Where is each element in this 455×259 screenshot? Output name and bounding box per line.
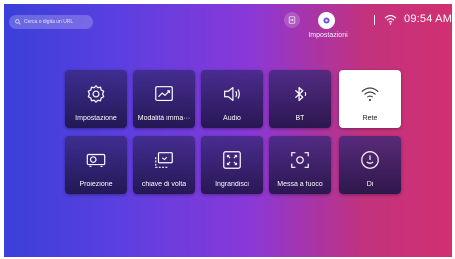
settings-button[interactable] — [318, 12, 335, 29]
tile-label: chiave di volta — [141, 181, 187, 188]
projector-icon — [85, 149, 107, 171]
tile-chiave-di-volta[interactable]: chiave di volta — [133, 136, 195, 194]
search-icon — [15, 19, 21, 25]
tile-rete[interactable]: Rete — [339, 70, 401, 128]
tile-modalita-immagine[interactable]: Modalità imma··· — [133, 70, 195, 128]
tile-ingrandisci[interactable]: Ingrandisci — [201, 136, 263, 194]
tile-label: Modalità imma··· — [137, 115, 191, 122]
input-source-button[interactable] — [284, 12, 300, 28]
bluetooth-icon — [289, 83, 311, 105]
tile-proiezione[interactable]: Proiezione — [65, 136, 127, 194]
settings-label: Impostazioni — [308, 32, 348, 39]
screen-frame — [0, 0, 455, 259]
tile-label: Proiezione — [79, 181, 113, 188]
power-icon — [359, 149, 381, 171]
tile-label: Impostazione — [75, 115, 117, 122]
status-divider — [374, 15, 375, 25]
focus-icon — [289, 149, 311, 171]
tile-messa-a-fuoco[interactable]: Messa a fuoco — [269, 136, 331, 194]
tile-label: Di — [366, 181, 374, 188]
tile-audio[interactable]: Audio — [201, 70, 263, 128]
image-mode-icon — [153, 83, 175, 105]
input-source-icon — [288, 16, 296, 24]
tile-label: BT — [295, 115, 305, 122]
gear-icon — [323, 17, 330, 24]
tile-impostazione[interactable]: Impostazione — [65, 70, 127, 128]
wifi-icon — [359, 83, 381, 105]
search-placeholder: Cerca o digita un URL — [24, 19, 74, 25]
search-input[interactable]: Cerca o digita un URL — [9, 15, 93, 29]
keystone-icon — [153, 149, 175, 171]
clock: 09:54 AM — [404, 13, 453, 25]
tile-label: Messa a fuoco — [277, 181, 323, 188]
tile-bt[interactable]: BT — [269, 70, 331, 128]
tile-label: Rete — [362, 115, 378, 122]
speaker-icon — [221, 83, 243, 105]
wifi-status-icon — [384, 15, 397, 25]
gear-icon — [85, 83, 107, 105]
tile-label: Ingrandisci — [215, 181, 249, 188]
tile-di[interactable]: Di — [339, 136, 401, 194]
tile-label: Audio — [223, 115, 241, 122]
zoom-icon — [221, 149, 243, 171]
